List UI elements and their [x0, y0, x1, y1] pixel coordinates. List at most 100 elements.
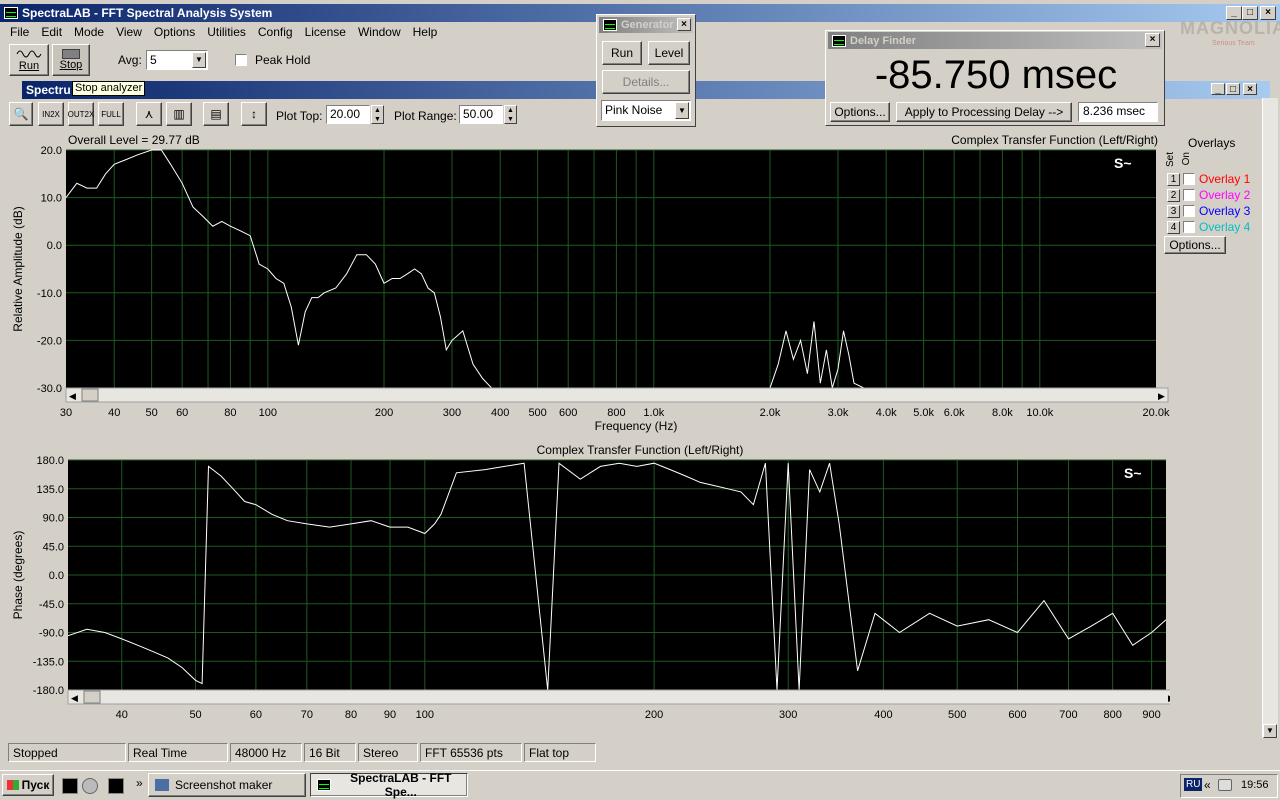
chart-title: Complex Transfer Function (Left/Right) [951, 133, 1158, 147]
task2-label: SpectraLAB - FFT Spe... [350, 771, 452, 799]
zoom-in-button[interactable]: IN2X [38, 102, 64, 126]
table-button[interactable]: ▤ [203, 102, 229, 126]
overlay-set-4-button[interactable]: 4 [1167, 220, 1180, 234]
plot-range-spinner[interactable]: ▲ ▼ [504, 105, 517, 124]
menu-utilities[interactable]: Utilities [207, 25, 246, 41]
delay-finder-title: Delay Finder [850, 34, 917, 47]
vertical-scrollbar[interactable] [1262, 98, 1278, 738]
stop-button[interactable]: Stop [52, 44, 90, 76]
chevron-down-icon[interactable]: ▼ [675, 102, 689, 119]
scroll-right-arrow[interactable]: ▶ [1168, 693, 1170, 703]
speaker-icon[interactable] [1218, 779, 1232, 791]
zoom-button[interactable]: 🔍 [9, 102, 33, 126]
inner-maximize-button[interactable]: □ [1226, 83, 1240, 95]
overlays-options-button[interactable]: Options... [1164, 236, 1226, 254]
overlay-set-3-button[interactable]: 3 [1167, 204, 1180, 218]
x-tick-label: 2.0k [760, 407, 781, 419]
y-tick-label: -20.0 [37, 335, 62, 347]
plot-top-input[interactable]: 20.00 [326, 105, 370, 124]
h-scroll-thumb[interactable] [83, 690, 101, 704]
h-scrollbar[interactable] [65, 387, 1169, 403]
inner-minimize-button[interactable]: _ [1211, 83, 1225, 95]
menu-mode[interactable]: Mode [74, 25, 104, 41]
generator-close-button[interactable]: × [677, 18, 691, 31]
avg-label: Avg: [118, 53, 142, 67]
status-fft: FFT 65536 pts [420, 743, 522, 762]
menu-options[interactable]: Options [154, 25, 195, 41]
y-tick-label: 90.0 [43, 513, 64, 525]
chevron-right-icon[interactable]: » [136, 776, 143, 790]
h-scroll-thumb[interactable] [81, 388, 99, 402]
status-channels: Stereo [358, 743, 418, 762]
scroll-left-arrow[interactable]: ◀ [69, 391, 76, 401]
scroll-down-arrow[interactable]: ▼ [1263, 724, 1277, 738]
menu-view[interactable]: View [116, 25, 142, 41]
overlay-3-checkbox[interactable] [1183, 205, 1195, 217]
x-tick-label: 300 [443, 407, 461, 419]
task-screenshot-maker[interactable]: Screenshot maker [148, 773, 306, 797]
delay-options-button[interactable]: Options... [830, 102, 890, 122]
menu-config[interactable]: Config [258, 25, 293, 41]
overlay-row-2: 2 Overlay 2 [1167, 188, 1250, 202]
peak-button[interactable]: ⋏ [136, 102, 162, 126]
quicklaunch-spectralab-icon[interactable] [62, 778, 78, 794]
language-indicator[interactable]: RU [1184, 778, 1203, 791]
chevron-down-icon[interactable]: ▼ [192, 52, 206, 68]
bars-button[interactable]: ▥ [166, 102, 192, 126]
overlay-3-label: Overlay 3 [1199, 204, 1251, 218]
scroll-left-arrow[interactable]: ◀ [71, 693, 78, 703]
delay-value-field[interactable]: 8.236 msec [1078, 102, 1158, 122]
delay-finder-close-button[interactable]: × [1145, 33, 1160, 47]
scale-button[interactable]: ↕ [241, 102, 267, 126]
signal-type-icon[interactable]: S~ [1114, 155, 1132, 171]
plot-top-spinner[interactable]: ▲ ▼ [371, 105, 384, 124]
y-tick-label: -135.0 [33, 656, 64, 668]
menu-help[interactable]: Help [413, 25, 438, 41]
quicklaunch-app-icon[interactable] [108, 778, 124, 794]
avg-select[interactable]: 5 ▼ [146, 50, 208, 70]
overlay-4-label: Overlay 4 [1199, 220, 1251, 234]
menu-window[interactable]: Window [358, 25, 401, 41]
h-scrollbar[interactable] [67, 689, 1170, 705]
zoom-full-button[interactable]: FULL [98, 102, 124, 126]
overlay-4-checkbox[interactable] [1183, 221, 1195, 233]
x-tick-label: 500 [948, 709, 966, 721]
status-bits: 16 Bit [304, 743, 356, 762]
start-button[interactable]: Пуск [2, 774, 54, 796]
plot-range-input[interactable]: 50.00 [459, 105, 503, 124]
status-rate: 48000 Hz [230, 743, 302, 762]
overlay-set-2-button[interactable]: 2 [1167, 188, 1180, 202]
apply-delay-button[interactable]: Apply to Processing Delay --> [896, 102, 1072, 122]
generator-level-button[interactable]: Level [648, 41, 690, 65]
quicklaunch-disc-icon[interactable] [82, 778, 98, 794]
scroll-right-arrow[interactable]: ▶ [1158, 391, 1165, 401]
inner-title: Spectru [26, 83, 71, 97]
windows-logo-icon [6, 780, 19, 790]
task-spectralab[interactable]: SpectraLAB - FFT Spe... [310, 771, 468, 799]
menu-file[interactable]: File [10, 25, 29, 41]
y-tick-label: 180.0 [36, 455, 64, 467]
menu-license[interactable]: License [305, 25, 346, 41]
peak-hold-checkbox[interactable] [235, 54, 247, 66]
overlay-2-checkbox[interactable] [1183, 189, 1195, 201]
generator-run-button[interactable]: Run [602, 41, 642, 65]
menu-edit[interactable]: Edit [41, 25, 62, 41]
generator-title: Generator [621, 19, 674, 31]
generator-details-button[interactable]: Details... [602, 70, 690, 94]
status-mode: Real Time [128, 743, 228, 762]
inner-close-button[interactable]: × [1243, 83, 1257, 95]
signal-type-icon[interactable]: S~ [1124, 465, 1142, 481]
overlay-1-checkbox[interactable] [1183, 173, 1195, 185]
start-label: Пуск [21, 778, 50, 792]
y-axis-label: Relative Amplitude (dB) [11, 206, 25, 331]
generator-noise-select[interactable]: Pink Noise ▼ [601, 100, 691, 121]
run-button[interactable]: Run [9, 44, 49, 76]
y-tick-label: -10.0 [37, 288, 62, 300]
overlay-set-1-button[interactable]: 1 [1167, 172, 1180, 186]
zoom-out-button[interactable]: OUT2X [68, 102, 94, 126]
overlay-row-3: 3 Overlay 3 [1167, 204, 1250, 218]
app-icon [4, 7, 18, 19]
generator-icon [603, 19, 617, 31]
chevron-left-icon[interactable]: « [1204, 778, 1211, 792]
y-tick-label: 135.0 [36, 484, 64, 496]
